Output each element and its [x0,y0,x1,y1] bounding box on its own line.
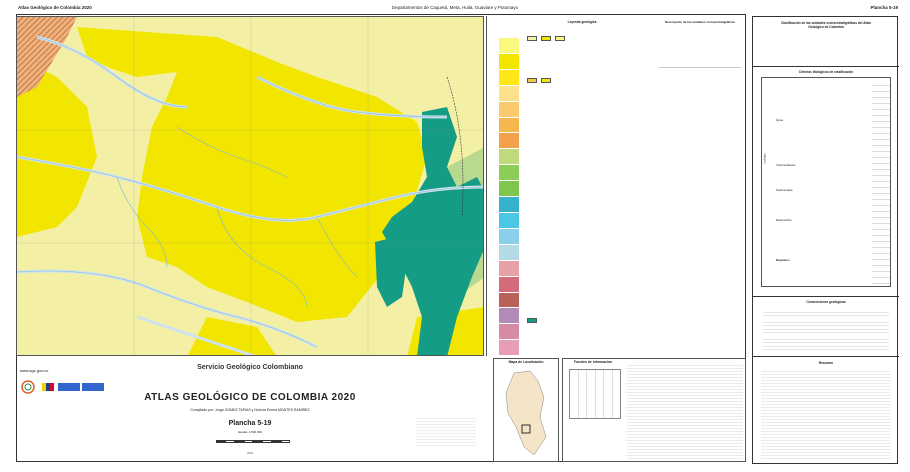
group-metamorfica: Metamórfica [776,218,792,222]
legend-unit [541,36,551,41]
summary-text [761,369,891,459]
map-drawing [17,17,483,355]
group-ignea: Ígnea [776,118,783,122]
information-sources: Fuentes de información [562,358,746,462]
sources-title: Fuentes de información [573,360,613,364]
conventions-list [763,309,889,353]
classification-section: Clasificación de las unidades cronoestra… [753,17,899,67]
summary-title: Resumen [818,361,834,365]
scale-bar [216,440,290,443]
right-panel: Clasificación de las unidades cronoestra… [752,16,899,465]
atlas-title: ATLAS GEOLÓGICO DE COLOMBIA 2020 [144,392,356,403]
conventions-section: Convenciones geológicas [753,297,899,357]
location-map-title: Mapa de Localización [508,360,544,364]
legend-unit [527,78,537,83]
group-volcanoclastica: Volcanoclástica [776,163,796,167]
legend-desc-title: Descripción de las unidades cronoestrati… [664,20,736,24]
sgc-title: Servicio Geológico Colombiano [197,364,303,371]
compiled-by: Compilado por: Jorge GÓMEZ TAPIAS y Noho… [190,408,310,412]
legend-unit [555,36,565,41]
atlas-sheet: Atlas Geológico de Colombia 2020 Departa… [0,0,910,472]
chronostratigraphic-column [499,38,519,357]
legend-description [659,34,741,68]
group-depositos: Depósitos [776,258,790,262]
header-center: Departamentos de Caquetá, Meta, Huila, G… [391,5,519,10]
lithology-table: Litología Ígnea Volcanoclástica Sediment… [761,77,891,287]
legend-unit [527,36,537,41]
scale-text: Escala: 1:500 000 [237,430,263,434]
sources-index-grid [569,369,621,419]
legend-unit [541,78,551,83]
geologic-legend: Leyenda geológica Descripción de las uni… [486,16,746,357]
location-map: Mapa de Localización [493,358,559,462]
lithology-criteria-section: Criterios litológicos de clasificación L… [753,67,899,297]
year: 2020 [247,452,253,455]
summary-section: Resumen [753,357,899,465]
group-sedimentaria: Sedimentaria [776,188,793,192]
legend-title: Leyenda geológica [567,20,597,24]
sources-text [627,363,743,459]
conventions-title: Convenciones geológicas [806,300,846,304]
classification-title: Clasificación de las unidades cronoestra… [780,21,872,29]
header-right: Plancha 5-19 [870,5,898,10]
plancha-title: Plancha 5-19 [228,420,272,427]
lithology-criteria-title: Criterios litológicos de clasificación [798,70,854,74]
geologic-map[interactable] [16,16,484,356]
legend-unit [527,318,537,323]
top-bar: Atlas Geológico de Colombia 2020 Departa… [0,0,910,14]
lithology-side-label: Litología [763,153,767,164]
notes-block [416,416,476,446]
lithology-patterns [872,80,890,285]
title-block: www.sgc.gov.co Servicio Geológico Colomb… [16,356,484,462]
colombia-outline [505,370,547,456]
